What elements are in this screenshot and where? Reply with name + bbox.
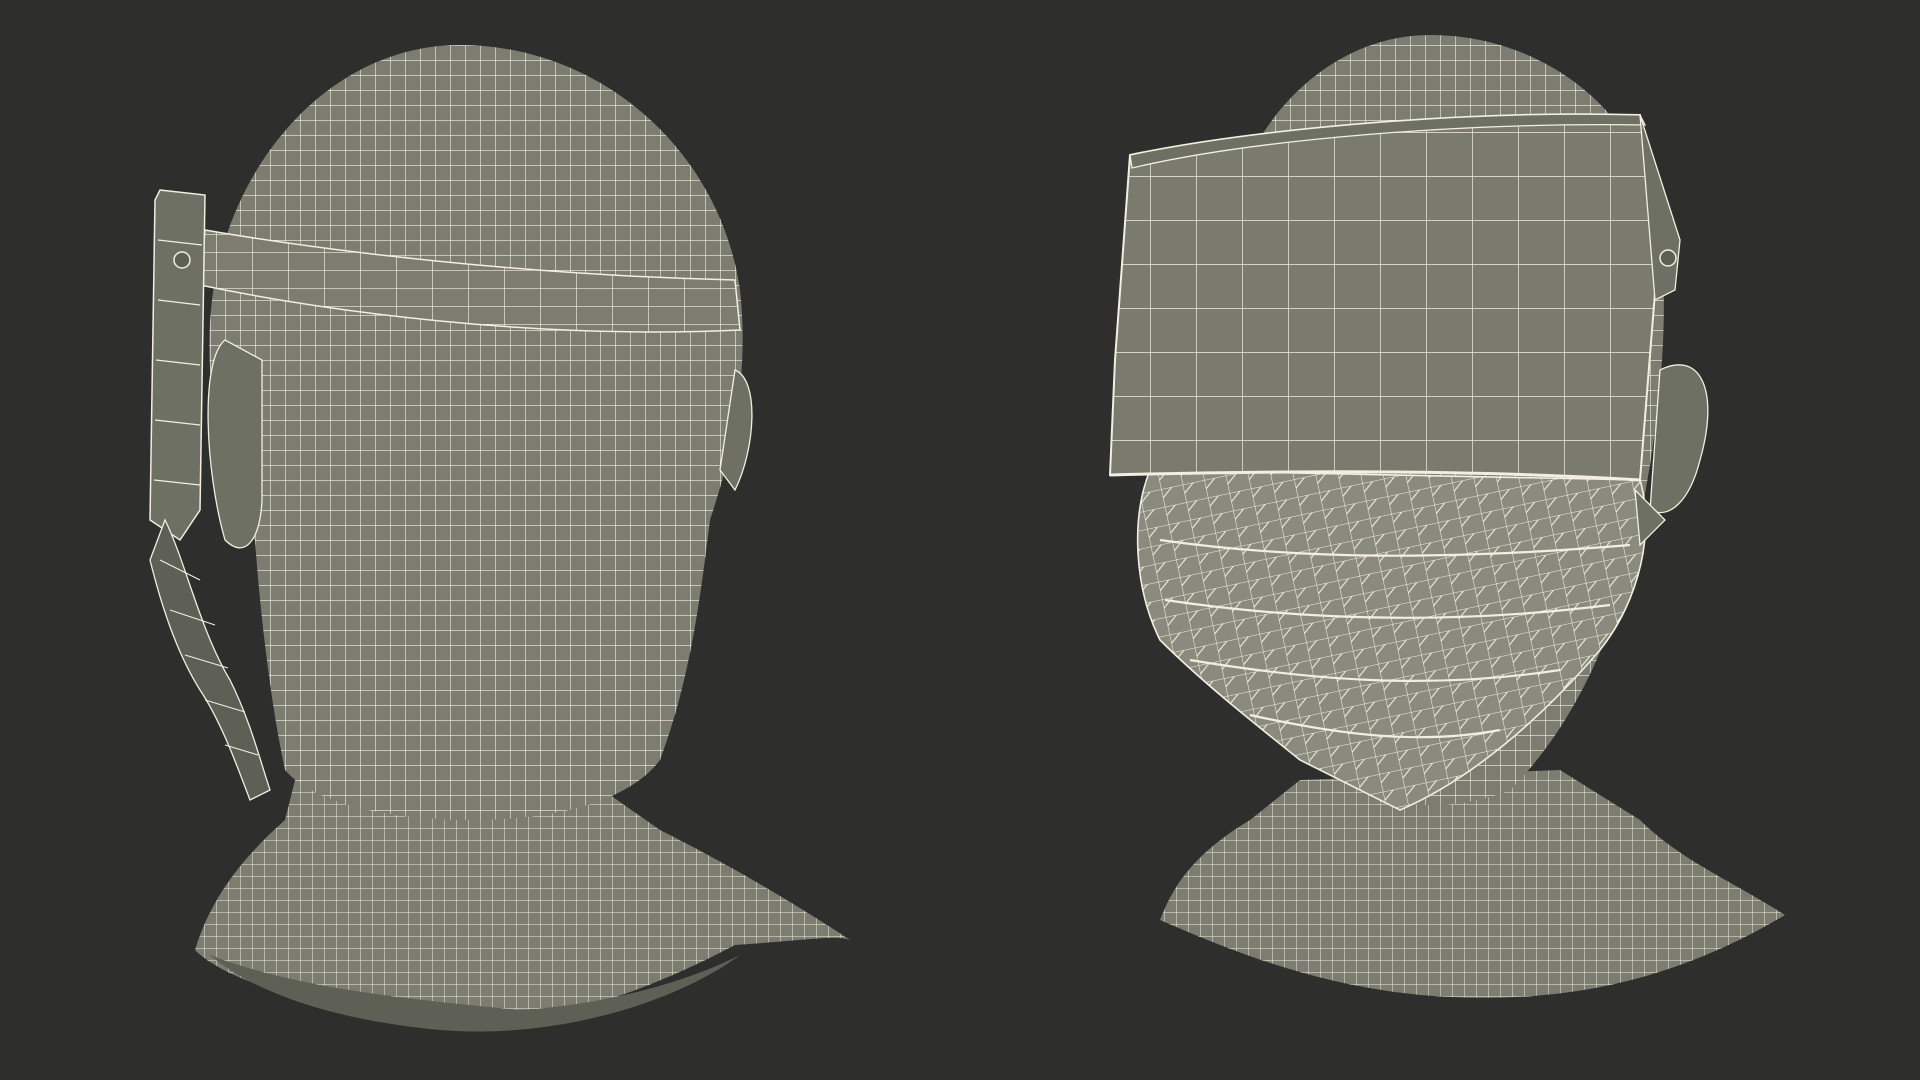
shield-hinge-icon [1659, 249, 1677, 267]
shield-hinge-icon [173, 251, 191, 269]
head-back-view [149, 45, 850, 1032]
mask-strap-back [149, 518, 271, 801]
ear-left-back [207, 339, 263, 549]
wireframe-render-canvas [149, 35, 1785, 1032]
head-front-view [1108, 35, 1785, 998]
ear-right-front [1649, 364, 1709, 514]
